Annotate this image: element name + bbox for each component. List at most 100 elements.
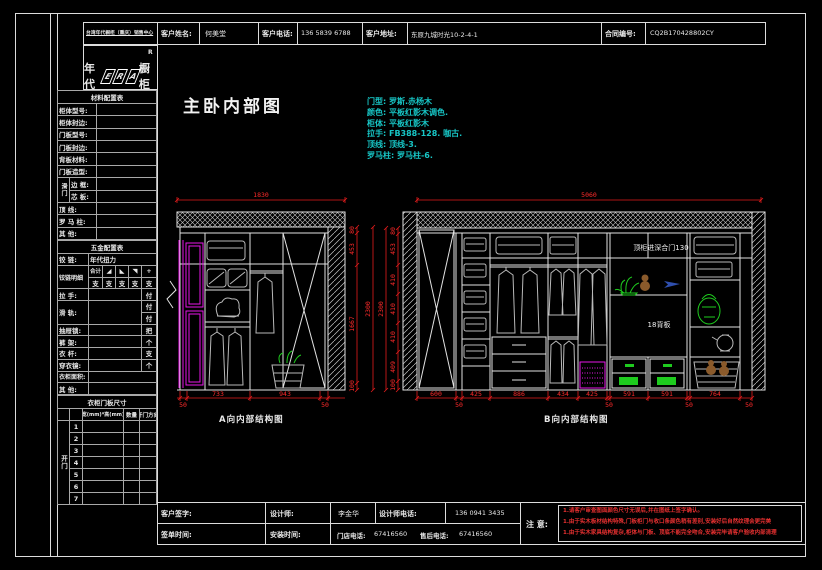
value-cell xyxy=(124,493,139,504)
designer-label: 设计师: xyxy=(270,509,294,519)
row-label: 滑 轨: xyxy=(58,301,88,324)
value-cell xyxy=(89,325,141,336)
row-label: 边 框: xyxy=(70,178,96,189)
value-cell xyxy=(97,166,156,177)
row-label: 顶 线: xyxy=(58,203,96,214)
brand-logo-box: R 年代 E R A 橱柜 xyxy=(83,45,158,90)
notice-line: 1.由于实木家具结构复杂,柜体与门板、顶底不能完全吻合,安装完毕请客户验收内部清… xyxy=(563,528,777,539)
value-cell xyxy=(97,116,156,127)
row-label: 罗 马 柱: xyxy=(58,215,96,226)
door-panel-size-table: 衣柜门板尺寸 宽(mm)*高(mm) 数量 开门方向 开门 1 2 3 4 5 … xyxy=(57,395,157,505)
column-header-qty: 数量 xyxy=(124,409,139,420)
customer-address-value: 东原九城时光10-2-4-1 xyxy=(411,29,478,39)
drawing-a-caption: A向内部结构图 xyxy=(219,413,284,425)
unit-cell: 支 xyxy=(142,278,156,289)
spec-roman-column: 罗马柱: 罗马柱-6. xyxy=(367,151,462,162)
unit-cell: 付 xyxy=(142,301,156,312)
value-cell xyxy=(140,469,156,480)
unit-cell: 付 xyxy=(142,289,156,300)
hinge-detail-label: 铰链明细 xyxy=(58,266,88,289)
value-cell xyxy=(89,372,156,383)
notice-label: 注 意: xyxy=(526,519,548,530)
row-label: 柜体封边: xyxy=(58,116,96,127)
unit-cell: 支 xyxy=(103,278,115,289)
spec-cabinet: 柜体: 平板红影木 xyxy=(367,119,462,130)
hinge-type-full-icon: ◥ xyxy=(129,266,141,277)
unit-cell: 个 xyxy=(142,336,156,347)
value-cell xyxy=(140,433,156,444)
unit-cell: 支 xyxy=(129,278,141,289)
header-divider xyxy=(297,22,298,45)
customer-sign-label: 客户签字: xyxy=(161,509,192,519)
customer-phone-value: 136 5839 6788 xyxy=(301,29,351,37)
empty-cell xyxy=(58,409,69,420)
column-header-size: 宽(mm)*高(mm) xyxy=(83,409,123,420)
brand-logo: 年代 E R A 橱柜 xyxy=(84,60,157,92)
value-cell xyxy=(97,228,156,239)
value-cell xyxy=(97,191,156,202)
row-number: 1 xyxy=(70,421,82,432)
value-cell xyxy=(83,457,123,468)
row-label: 柜体型号: xyxy=(58,104,96,115)
value-cell xyxy=(83,469,123,480)
footer-divider xyxy=(265,502,266,545)
header-divider xyxy=(157,22,158,45)
column-header-direction: 开门方向 xyxy=(140,409,156,420)
spec-top-line: 顶线: 顶线-3. xyxy=(367,140,462,151)
material-table-title: 材料配置表 xyxy=(58,91,156,103)
contract-number-value: CQ2B170428802CY xyxy=(650,29,714,37)
footer-divider xyxy=(330,502,331,545)
row-label: 衣柜面积: xyxy=(58,372,88,383)
sliding-door-label: 滑门 xyxy=(58,178,69,202)
value-cell xyxy=(89,301,141,324)
header-divider xyxy=(407,22,408,45)
value-cell xyxy=(140,493,156,504)
customer-phone-label: 客户电话: xyxy=(262,29,293,39)
value-cell xyxy=(83,493,123,504)
value-cell xyxy=(140,445,156,456)
row-label: 门板型号: xyxy=(58,129,96,140)
footer-divider xyxy=(520,502,521,545)
value-cell xyxy=(89,360,141,371)
value-cell xyxy=(124,457,139,468)
contract-number-label: 合同编号: xyxy=(605,29,636,39)
value-cell xyxy=(83,421,123,432)
row-label: 背板材料: xyxy=(58,153,96,164)
store-phone-value: 67416560 xyxy=(374,530,407,538)
row-label: 其 他: xyxy=(58,383,88,394)
drawing-b-caption: B向内部结构图 xyxy=(544,413,608,425)
row-label: 芯 板: xyxy=(70,191,96,202)
header-divider xyxy=(362,22,363,45)
row-number: 6 xyxy=(70,481,82,492)
value-cell xyxy=(97,153,156,164)
empty-cell xyxy=(70,409,82,420)
hinge-type-special-icon: + xyxy=(142,266,156,277)
customer-name-value: 何美堂 xyxy=(205,29,226,39)
customer-name-label: 客户姓名: xyxy=(161,29,192,39)
designer-phone-label: 设计师电话: xyxy=(379,509,417,519)
value-cell xyxy=(97,215,156,226)
hinge-total-label: 合计 xyxy=(89,266,102,277)
notice-list: 1.请客户审查图面颜色尺寸无误后,并在图纸上签字确认。 1.由于实木板材结构特殊… xyxy=(563,506,777,539)
row-label: 穿衣镜: xyxy=(58,360,88,371)
row-label: 抽屉锁: xyxy=(58,325,88,336)
service-phone-label: 售后电话: xyxy=(420,530,449,540)
unit-cell: 个 xyxy=(142,360,156,371)
value-cell xyxy=(124,481,139,492)
install-time-label: 安装时间: xyxy=(270,530,301,540)
page-title: 主卧内部图 xyxy=(183,92,283,117)
hardware-config-table: 五金配置表 铰 链: 年代扭力 铰链明细 合计 ◢ ◣ ◥ + 支 支 支 支 … xyxy=(57,240,157,395)
hinge-label: 铰 链: xyxy=(58,254,88,265)
row-number: 2 xyxy=(70,433,82,444)
row-label: 裤 架: xyxy=(58,336,88,347)
brand-left-text: 年代 xyxy=(84,60,102,92)
row-label: 门板造型: xyxy=(58,166,96,177)
unit-cell: 把 xyxy=(142,325,156,336)
header-divider xyxy=(199,22,200,45)
header-divider xyxy=(258,22,259,45)
value-cell xyxy=(83,433,123,444)
value-cell xyxy=(124,445,139,456)
brand-right-text: 橱柜 xyxy=(139,60,157,92)
registered-mark: R xyxy=(148,49,153,56)
row-number: 4 xyxy=(70,457,82,468)
